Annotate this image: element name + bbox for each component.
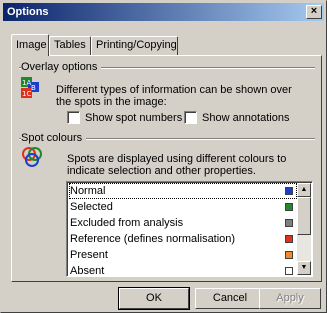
numbered-layers-icon: 1A B 1C <box>21 77 39 98</box>
color-swatch <box>285 235 293 243</box>
svg-text:1C: 1C <box>22 90 31 98</box>
list-item-label: Absent <box>70 265 105 277</box>
window-title: Options <box>7 6 49 18</box>
list-item[interactable]: Excluded from analysis <box>69 215 297 231</box>
spot-colours-group-label: Spot colours <box>21 132 87 144</box>
color-swatch <box>285 267 293 275</box>
tab-image-label: Image <box>16 39 47 51</box>
list-item[interactable]: Reference (defines normalisation) <box>69 231 297 247</box>
list-item[interactable]: Present <box>69 247 297 263</box>
list-item-label: Normal <box>70 185 106 197</box>
list-item-label: Present <box>70 249 108 261</box>
scroll-down-button[interactable]: ▼ <box>297 261 311 275</box>
overlay-group-label: Overlay options <box>21 61 102 73</box>
list-item-label: Selected <box>70 201 113 213</box>
cancel-label: Cancel <box>212 292 248 304</box>
list-item-label: Excluded from analysis <box>70 217 184 229</box>
title-bar[interactable]: Options × <box>3 3 324 21</box>
ok-button[interactable]: OK <box>118 287 190 310</box>
overlay-description: Different types of information can be sh… <box>56 84 292 108</box>
color-swatch <box>285 203 293 211</box>
cancel-button[interactable]: Cancel <box>195 288 265 309</box>
color-swatch <box>285 187 293 195</box>
color-swatch <box>285 219 293 227</box>
show-spot-numbers-label: Show spot numbers <box>85 111 183 124</box>
list-item[interactable]: Selected <box>69 199 297 215</box>
show-annotations-label: Show annotations <box>202 111 290 124</box>
tab-printing-copying-label: Printing/Copying <box>96 39 177 51</box>
apply-button[interactable]: Apply <box>259 288 321 309</box>
checkbox-box[interactable] <box>67 111 80 124</box>
show-spot-numbers-checkbox[interactable]: Show spot numbers <box>67 111 182 124</box>
scroll-up-button[interactable]: ▲ <box>297 183 311 197</box>
close-icon: × <box>310 5 318 17</box>
color-swatch <box>285 251 293 259</box>
scroll-thumb[interactable] <box>297 197 311 235</box>
show-annotations-checkbox[interactable]: Show annotations <box>184 111 289 124</box>
tab-tables[interactable]: Tables <box>49 36 91 55</box>
list-scrollbar[interactable]: ▲ ▼ <box>297 183 311 275</box>
tab-image[interactable]: Image <box>11 34 49 56</box>
spot-colours-listbox[interactable]: Normal Selected Excluded from analysis R… <box>66 181 313 277</box>
color-rings-icon <box>22 147 42 167</box>
apply-label: Apply <box>276 292 304 304</box>
list-item[interactable]: Normal <box>69 183 297 199</box>
close-button[interactable]: × <box>306 5 322 19</box>
spot-colours-description: Spots are displayed using different colo… <box>67 153 287 177</box>
list-item[interactable]: Absent <box>69 263 297 277</box>
tab-tables-label: Tables <box>54 39 86 51</box>
arrow-down-icon: ▼ <box>300 264 308 271</box>
svg-text:B: B <box>31 84 36 92</box>
ok-label: OK <box>146 292 162 304</box>
checkbox-box[interactable] <box>184 111 197 124</box>
options-dialog: Options × Image Tables Printing/Copying … <box>0 0 327 313</box>
tab-printing-copying[interactable]: Printing/Copying <box>91 36 178 55</box>
arrow-up-icon: ▲ <box>300 186 308 193</box>
list-item-label: Reference (defines normalisation) <box>70 233 236 245</box>
